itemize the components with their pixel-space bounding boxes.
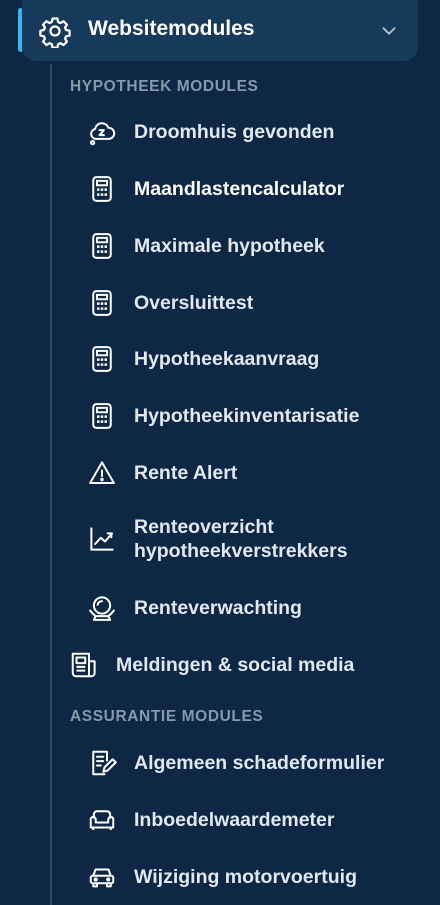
menu-item-label: Maandlastencalculator (134, 178, 345, 200)
form-edit-icon (92, 750, 117, 776)
menu-item-label: Renteverwachting (134, 597, 302, 619)
menu-item-label-line-2: hypotheekverstrekkers (134, 540, 348, 562)
menu-item-label: Droomhuis gevonden (134, 121, 335, 143)
menu-item-maximale-hypotheek[interactable]: Maximale hypotheek (82, 231, 422, 261)
dream-cloud-icon (90, 122, 116, 146)
section-assurantie-modules: ASSURANTIE MODULES (70, 708, 264, 725)
menu-item-droomhuis-gevonden[interactable]: Droomhuis gevonden (82, 117, 422, 147)
menu-item-hypotheekinventarisatie[interactable]: Hypotheekinventarisatie (82, 401, 422, 431)
menu-item-algemeen-schadeformulier[interactable]: Algemeen schadeformulier (82, 748, 422, 778)
websitemodules-header[interactable]: Websitemodules (22, 0, 418, 61)
section-hypotheek-modules: HYPOTHEEK MODULES (70, 78, 259, 95)
calculator-icon (92, 290, 112, 316)
menu-item-label: Inboedelwaardemeter (134, 809, 335, 831)
menu-item-label: Algemeen schadeformulier (134, 752, 385, 774)
menu-item-label: Hypotheekaanvraag (134, 348, 320, 370)
menu-item-label: Meldingen & social media (116, 654, 355, 676)
crystal-ball-icon (89, 596, 115, 621)
menu-item-label: Maximale hypotheek (134, 235, 325, 257)
menu-item-label: Oversluittest (134, 292, 254, 314)
menu-item-meldingen-social-media[interactable]: Meldingen & social media (64, 650, 404, 680)
menu-item-maandlastencalculator[interactable]: Maandlastencalculator (82, 174, 422, 204)
calculator-icon (92, 346, 112, 372)
menu-item-hypotheekaanvraag[interactable]: Hypotheekaanvraag (82, 344, 422, 374)
menu-item-rente-alert[interactable]: Rente Alert (82, 458, 422, 488)
line-chart-icon (90, 527, 114, 551)
menu-item-label: Hypotheekinventarisatie (134, 405, 360, 427)
menu-item-label: Wijziging motorvoertuig (134, 866, 357, 888)
menu-item-label-multiline: Renteoverzicht hypotheekverstrekkers (134, 515, 348, 563)
menu-item-renteverwachting[interactable]: Renteverwachting (82, 593, 422, 623)
calculator-icon (92, 176, 112, 202)
calculator-icon (92, 403, 112, 429)
menu-item-label-line-1: Renteoverzicht (134, 516, 274, 538)
menu-item-oversluittest[interactable]: Oversluittest (82, 288, 422, 318)
warning-triangle-icon (89, 461, 115, 484)
tree-guide-line (50, 64, 52, 905)
menu-item-renteoverzicht-hypotheekverstrekkers[interactable]: Renteoverzicht hypotheekverstrekkers (82, 515, 422, 563)
calculator-icon (92, 233, 112, 259)
document-news-icon (71, 652, 96, 678)
gear-icon (39, 17, 71, 48)
chevron-down-icon[interactable] (378, 20, 400, 42)
menu-item-inboedelwaardemeter[interactable]: Inboedelwaardemeter (82, 805, 422, 835)
menu-item-label: Rente Alert (134, 462, 238, 484)
car-icon (89, 868, 115, 888)
header-title: Websitemodules (88, 17, 255, 40)
menu-item-wijziging-motorvoertuig[interactable]: Wijziging motorvoertuig (82, 862, 422, 892)
sofa-icon (89, 810, 115, 830)
